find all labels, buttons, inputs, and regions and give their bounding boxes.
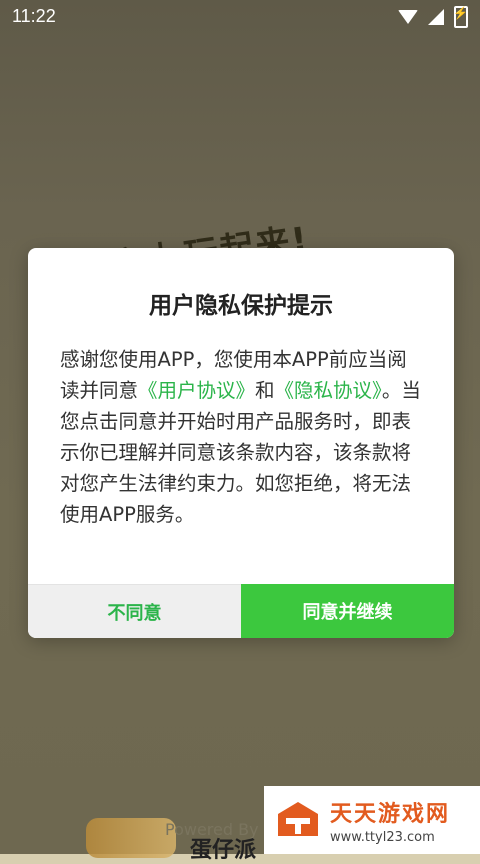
status-icons — [398, 6, 468, 28]
body-text-and: 和 — [255, 379, 275, 402]
signal-icon — [428, 9, 444, 25]
wifi-icon — [398, 10, 418, 24]
game-logo — [86, 818, 176, 858]
dialog-body: 感谢您使用APP，您使用本APP前应当阅读并同意《用户协议》和《隐私协议》。当您… — [60, 344, 422, 530]
watermark-url: www.ttyl23.com — [330, 829, 435, 845]
agree-continue-button[interactable]: 同意并继续 — [241, 584, 454, 638]
user-agreement-link[interactable]: 《用户协议》 — [138, 379, 255, 402]
disagree-button[interactable]: 不同意 — [28, 584, 241, 638]
game-name: 蛋仔派 — [190, 838, 257, 863]
watermark-name: 天天游戏网 — [330, 801, 451, 827]
site-watermark: 天天游戏网 www.ttyl23.com — [264, 786, 480, 854]
watermark-logo-icon — [276, 800, 320, 840]
status-time: 11:22 — [12, 6, 56, 26]
privacy-dialog: 用户隐私保护提示 感谢您使用APP，您使用本APP前应当阅读并同意《用户协议》和… — [28, 248, 454, 638]
dialog-buttons: 不同意 同意并继续 — [28, 584, 454, 638]
dialog-title: 用户隐私保护提示 — [149, 293, 333, 319]
privacy-agreement-link[interactable]: 《隐私协议》 — [275, 379, 382, 402]
battery-icon — [453, 6, 468, 28]
status-bar: 11:22 — [0, 0, 480, 34]
